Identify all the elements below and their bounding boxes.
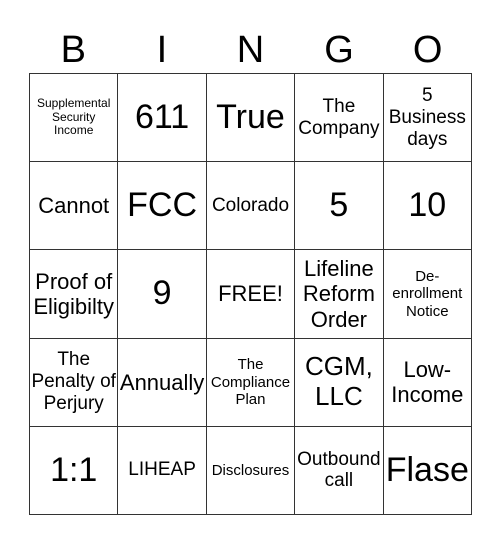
bingo-cell[interactable]: LIHEAP (118, 426, 207, 515)
header-letter-g: G (324, 29, 354, 71)
bingo-cell[interactable]: 611 (118, 74, 207, 163)
header-letter-i: I (156, 29, 168, 71)
bingo-cell[interactable]: Supplemental Security Income (30, 74, 119, 163)
bingo-cell[interactable]: The Compliance Plan (206, 338, 296, 427)
bingo-cell[interactable]: Lifeline Reform Order (295, 250, 384, 339)
bingo-header: B I N G O (29, 28, 472, 73)
bingo-cell[interactable]: Outbound call (295, 426, 384, 515)
bingo-cell[interactable]: 1:1 (30, 426, 119, 515)
bingo-cell[interactable]: 9 (118, 250, 207, 339)
bingo-cell[interactable]: Low-Income (383, 338, 472, 427)
bingo-cell[interactable]: True (206, 74, 296, 163)
bingo-cell[interactable]: De-enrollment Notice (383, 250, 472, 339)
bingo-cell[interactable]: Annually (118, 338, 207, 427)
bingo-board: Supplemental Security Income 611 True Th… (29, 73, 472, 515)
bingo-cell[interactable]: Flase (383, 426, 472, 515)
bingo-cell[interactable]: 5 (295, 162, 384, 251)
header-letter-n: N (236, 29, 265, 71)
bingo-cell[interactable]: Cannot (30, 162, 119, 251)
header-letter-o: O (412, 29, 443, 71)
bingo-cell[interactable]: FCC (118, 162, 207, 251)
bingo-cell[interactable]: CGM, LLC (295, 338, 384, 427)
bingo-cell[interactable]: 10 (383, 162, 472, 251)
bingo-cell[interactable]: 5 Business days (383, 74, 472, 163)
header-letter-b: B (60, 29, 86, 71)
free-space[interactable]: FREE! (206, 250, 296, 339)
bingo-cell[interactable]: Proof of Eligibilty (30, 250, 119, 339)
bingo-cell[interactable]: The Penalty of Perjury (30, 338, 119, 427)
bingo-cell[interactable]: The Company (295, 74, 384, 163)
bingo-cell[interactable]: Disclosures (206, 426, 296, 515)
bingo-cell[interactable]: Colorado (206, 162, 296, 251)
